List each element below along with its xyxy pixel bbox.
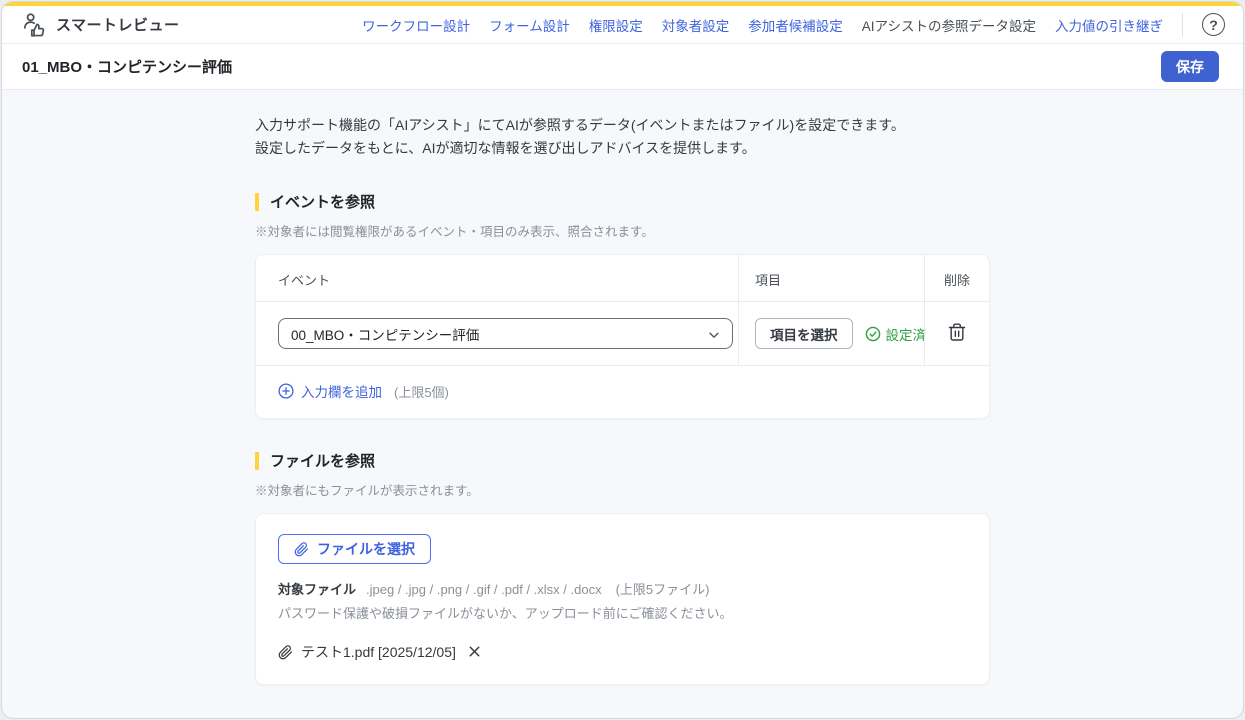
nav-participant-candidate-settings[interactable]: 参加者候補設定 bbox=[748, 15, 843, 35]
event-select-dropdown[interactable]: 00_MBO・コンピテンシー評価 bbox=[278, 318, 733, 349]
column-header-event: イベント bbox=[256, 255, 738, 302]
event-select-value: 00_MBO・コンピテンシー評価 bbox=[291, 324, 479, 344]
column-header-delete: 削除 bbox=[924, 255, 989, 302]
intro-line-1: 入力サポート機能の「AIアシスト」にてAIが参照するデータ(イベントまたはファイ… bbox=[255, 117, 905, 133]
page-title-bar: 01_MBO・コンピテンシー評価 保存 bbox=[2, 44, 1243, 90]
event-table: イベント 項目 削除 00_MBO・コンピテンシー評価 項目を選択 bbox=[256, 255, 989, 366]
select-file-label: ファイルを選択 bbox=[317, 539, 415, 559]
file-section-header: ファイルを参照 bbox=[255, 450, 990, 471]
add-input-label: 入力欄を追加 bbox=[301, 381, 382, 401]
save-button[interactable]: 保存 bbox=[1161, 51, 1219, 82]
column-header-item: 項目 bbox=[738, 255, 924, 302]
check-circle-icon bbox=[865, 326, 881, 342]
target-file-info: 対象ファイル .jpeg / .jpg / .png / .gif / .pdf … bbox=[278, 579, 967, 600]
event-section-header: イベントを参照 bbox=[255, 191, 990, 212]
event-section-title: イベントを参照 bbox=[270, 191, 375, 212]
event-section-note: ※対象者には閲覧権限があるイベント・項目のみ表示、照合されます。 bbox=[255, 221, 990, 240]
nav-permission-settings[interactable]: 権限設定 bbox=[589, 15, 643, 35]
file-reference-card: ファイルを選択 対象ファイル .jpeg / .jpg / .png / .gif… bbox=[255, 513, 990, 685]
item-cell: 項目を選択 設定済 bbox=[738, 302, 924, 366]
delete-cell bbox=[924, 302, 989, 366]
app-logo: スマートレビュー bbox=[22, 12, 180, 37]
nav-divider bbox=[1182, 13, 1183, 37]
main-nav: ワークフロー設計 フォーム設計 権限設定 対象者設定 参加者候補設定 AIアシス… bbox=[362, 13, 1225, 37]
paperclip-icon bbox=[278, 645, 293, 660]
trash-icon[interactable] bbox=[946, 322, 968, 346]
add-input-link[interactable]: 入力欄を追加 bbox=[278, 381, 382, 401]
target-file-types: .jpeg / .jpg / .png / .gif / .pdf / .xls… bbox=[366, 582, 602, 597]
nav-form-design[interactable]: フォーム設計 bbox=[489, 15, 570, 35]
paperclip-icon bbox=[294, 542, 309, 557]
plus-circle-icon bbox=[278, 383, 294, 399]
nav-workflow-design[interactable]: ワークフロー設計 bbox=[362, 15, 470, 35]
intro-text: 入力サポート機能の「AIアシスト」にてAIが参照するデータ(イベントまたはファイ… bbox=[255, 114, 990, 160]
app-header: スマートレビュー ワークフロー設計 フォーム設計 権限設定 対象者設定 参加者候… bbox=[2, 6, 1243, 44]
nav-input-value-carryover[interactable]: 入力値の引き継ぎ bbox=[1055, 15, 1163, 35]
select-file-button[interactable]: ファイルを選択 bbox=[278, 534, 431, 564]
nav-target-settings[interactable]: 対象者設定 bbox=[662, 15, 730, 35]
nav-ai-assist-reference-data-settings[interactable]: AIアシストの参照データ設定 bbox=[862, 15, 1036, 35]
intro-line-2: 設定したデータをもとに、AIが適切な情報を選び出しアドバイスを提供します。 bbox=[255, 140, 756, 156]
file-section-note: ※対象者にもファイルが表示されます。 bbox=[255, 480, 990, 499]
add-input-limit: (上限5個) bbox=[394, 382, 449, 401]
status-label: 設定済 bbox=[886, 324, 927, 344]
main-content: 入力サポート機能の「AIアシスト」にてAIが参照するデータ(イベントまたはファイ… bbox=[2, 90, 1243, 718]
uploaded-file-item: テスト1.pdf [2025/12/05] bbox=[278, 642, 967, 662]
upload-warning: パスワード保護や破損ファイルがないか、アップロード前にご確認ください。 bbox=[278, 603, 967, 622]
event-cell: 00_MBO・コンピテンシー評価 bbox=[256, 302, 738, 366]
help-icon[interactable]: ? bbox=[1202, 13, 1225, 36]
page-title: 01_MBO・コンピテンシー評価 bbox=[22, 56, 232, 77]
section-accent-mark bbox=[255, 452, 259, 470]
remove-file-icon[interactable] bbox=[467, 644, 483, 660]
target-file-label: 対象ファイル bbox=[278, 582, 356, 597]
status-badge: 設定済 bbox=[865, 324, 927, 344]
target-file-limit: (上限5ファイル) bbox=[616, 582, 710, 597]
app-window: スマートレビュー ワークフロー設計 フォーム設計 権限設定 対象者設定 参加者候… bbox=[1, 1, 1244, 719]
chevron-down-icon bbox=[707, 328, 721, 342]
uploaded-file-name: テスト1.pdf [2025/12/05] bbox=[301, 642, 456, 662]
file-section-title: ファイルを参照 bbox=[270, 450, 375, 471]
app-title: スマートレビュー bbox=[56, 14, 180, 35]
select-item-button[interactable]: 項目を選択 bbox=[755, 318, 853, 349]
section-accent-mark bbox=[255, 193, 259, 211]
person-thumbs-up-icon bbox=[22, 12, 47, 37]
event-reference-card: イベント 項目 削除 00_MBO・コンピテンシー評価 項目を選択 bbox=[255, 254, 990, 419]
add-input-row: 入力欄を追加 (上限5個) bbox=[256, 366, 989, 418]
